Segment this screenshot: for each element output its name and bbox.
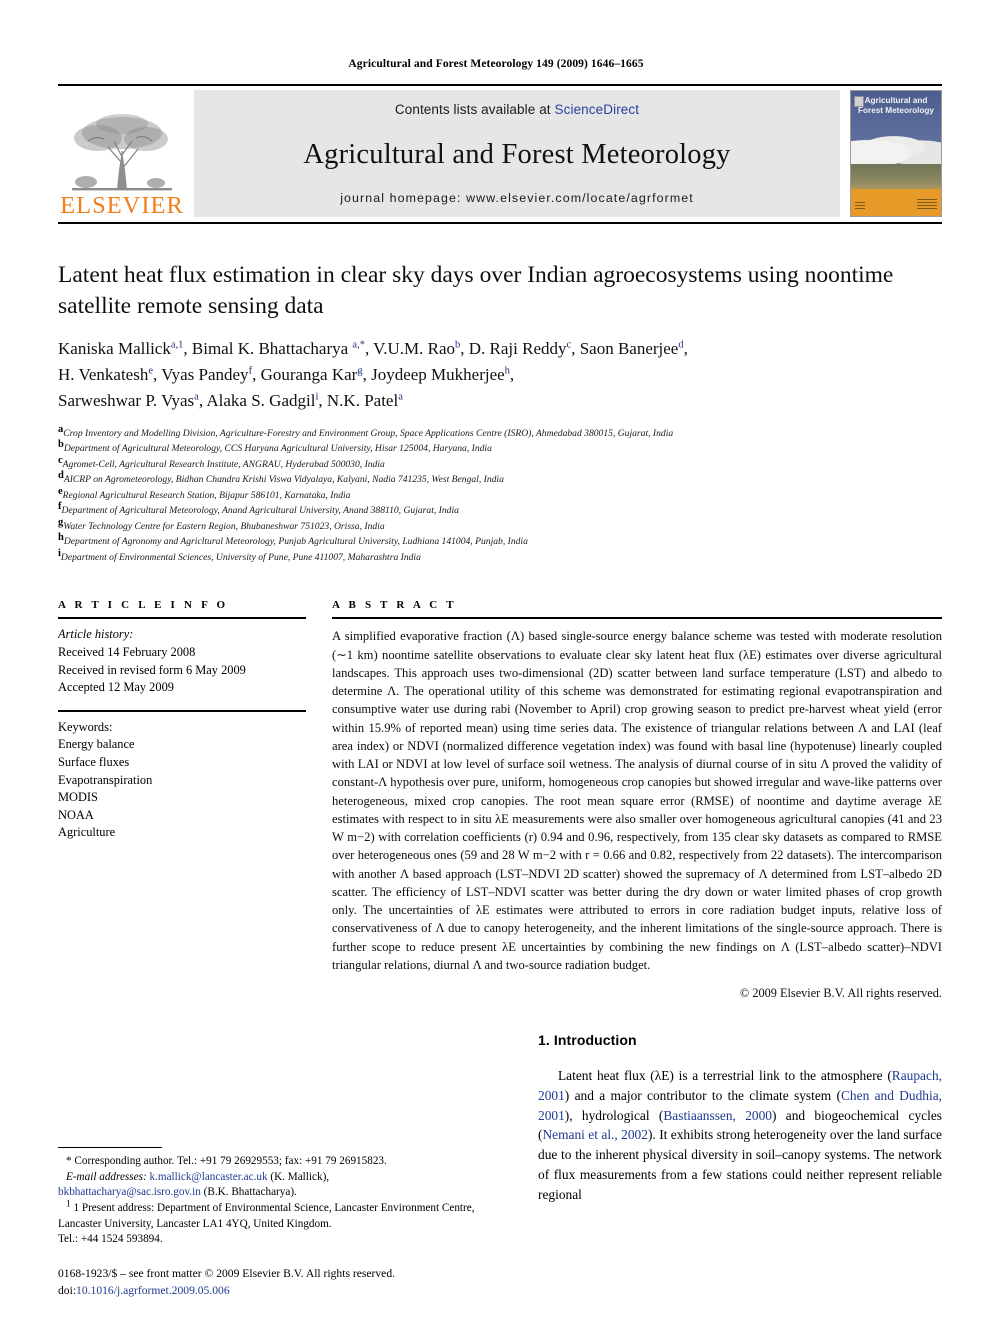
journal-title: Agricultural and Forest Meteorology bbox=[303, 139, 731, 170]
cover-left-bars bbox=[855, 201, 865, 211]
cover-field bbox=[851, 163, 941, 191]
keyword-item: Evapotranspiration bbox=[58, 772, 153, 787]
affiliation-text: Department of Environmental Sciences, Un… bbox=[60, 551, 421, 563]
email-owner-1: (K. Mallick), bbox=[267, 1170, 330, 1183]
present-tel-note: Tel.: +44 1524 593894. bbox=[58, 1233, 163, 1246]
intro-seg-0: Latent heat flux (λE) is a terrestrial l… bbox=[558, 1068, 892, 1083]
affiliation-text: Regional Agricultural Research Station, … bbox=[62, 489, 351, 501]
author-line-3: Sarweshwar P. Vyasa, Alaka S. Gadgili, N… bbox=[58, 390, 403, 410]
elsevier-logo: ELSEVIER bbox=[58, 86, 186, 222]
intro-seg-2: ) and a major contributor to the climate… bbox=[564, 1087, 841, 1103]
cover-clouds bbox=[851, 128, 941, 164]
footnote-block: * Corresponding author. Tel.: +91 79 269… bbox=[58, 1146, 498, 1248]
citation-nemani[interactable]: Nemani et al., 2002 bbox=[542, 1127, 647, 1142]
affiliation-item: bDepartment of Agricultural Meteorology,… bbox=[58, 438, 492, 455]
right-column-introduction: 1. Introduction Latent heat flux (λE) is… bbox=[538, 1020, 942, 1300]
affiliation-text: Agromet-Cell, Agricultural Research Inst… bbox=[62, 458, 385, 470]
keyword-item: Energy balance bbox=[58, 737, 135, 752]
doi-label: doi: bbox=[58, 1284, 77, 1298]
author-line-2: H. Venkateshe, Vyas Pandeyf, Gouranga Ka… bbox=[58, 364, 515, 384]
present-address-note: 1 1 Present address: Department of Envir… bbox=[58, 1199, 475, 1230]
body-columns: * Corresponding author. Tel.: +91 79 269… bbox=[58, 1020, 942, 1300]
introduction-paragraph: Latent heat flux (λE) is a terrestrial l… bbox=[538, 1066, 942, 1205]
keyword-item: MODIS bbox=[58, 790, 98, 805]
cover-badge-icon bbox=[854, 96, 864, 107]
elsevier-wordmark: ELSEVIER bbox=[60, 191, 184, 219]
footnote-text: * Corresponding author. Tel.: +91 79 269… bbox=[58, 1154, 498, 1248]
affiliation-item: hDepartment of Agronomy and Agricltural … bbox=[58, 532, 528, 548]
author-line-1: Kaniska Mallicka,1, Bimal K. Bhattachary… bbox=[58, 339, 688, 359]
article-history-item: Received 14 February 2008 bbox=[58, 644, 196, 659]
article-history-item: Accepted 12 May 2009 bbox=[58, 680, 174, 695]
keyword-item: Agriculture bbox=[58, 825, 116, 840]
contents-available-line: Contents lists available at ScienceDirec… bbox=[395, 102, 639, 117]
author-list: Kaniska Mallicka,1, Bimal K. Bhattachary… bbox=[58, 336, 942, 413]
affiliation-item: fDepartment of Agricultural Meteorology,… bbox=[58, 501, 459, 517]
affiliation-text: AICRP on Agrometeorology, Bidhan Chandra… bbox=[63, 474, 504, 486]
journal-masthead: ELSEVIER Contents lists available at Sci… bbox=[58, 84, 942, 224]
abstract-heading: A B S T R A C T bbox=[332, 599, 457, 612]
left-column-footnotes: * Corresponding author. Tel.: +91 79 269… bbox=[58, 1020, 498, 1300]
page-title: Latent heat flux estimation in clear sky… bbox=[58, 262, 894, 319]
email-label: E-mail addresses: bbox=[66, 1170, 147, 1183]
article-history-label: Article history: bbox=[58, 627, 134, 642]
keyword-item: NOAA bbox=[58, 807, 94, 822]
info-abstract-row: A R T I C L E I N F O Article history: R… bbox=[58, 599, 942, 1003]
affiliation-text: Water Technology Centre for Eastern Regi… bbox=[63, 520, 385, 532]
issn-copyright-line: 0168-1923/$ – see front matter © 2009 El… bbox=[58, 1267, 396, 1281]
doi-link[interactable]: 10.1016/j.agrformet.2009.05.006 bbox=[76, 1284, 230, 1297]
affiliation-item: gWater Technology Centre for Eastern Reg… bbox=[58, 516, 385, 532]
running-head: Agricultural and Forest Meteorology 149 … bbox=[348, 58, 644, 70]
abstract-body: A simplified evaporative fraction (Λ) ba… bbox=[332, 619, 942, 1003]
email-note-2: bkbhattacharya@sac.isro.gov.in (B.K. Bha… bbox=[58, 1185, 498, 1201]
affiliation-text: Department of Agricultural Meteorology, … bbox=[61, 505, 459, 517]
journal-cover-thumbnail: Agricultural and Forest Meteorology bbox=[850, 90, 942, 217]
article-info-column: A R T I C L E I N F O Article history: R… bbox=[58, 599, 306, 1003]
doi-line: doi:10.1016/j.agrformet.2009.05.006 bbox=[58, 1283, 528, 1300]
article-info-heading: A R T I C L E I N F O bbox=[58, 599, 229, 612]
article-history-item: Received in revised form 6 May 2009 bbox=[58, 662, 246, 677]
abstract-text: A simplified evaporative fraction (Λ) ba… bbox=[332, 629, 942, 972]
paper-page: Agricultural and Forest Meteorology 149 … bbox=[0, 0, 992, 1323]
introduction-heading: 1. Introduction bbox=[538, 1032, 637, 1048]
abstract-copyright: © 2009 Elsevier B.V. All rights reserved… bbox=[739, 986, 942, 1001]
affiliation-text: Department of Agricultural Meteorology, … bbox=[63, 443, 492, 455]
affiliation-text: Department of Agronomy and Agricltural M… bbox=[63, 536, 528, 548]
keywords-block: Keywords: Energy balance Surface fluxes … bbox=[58, 712, 306, 842]
title-block: Latent heat flux estimation in clear sky… bbox=[58, 260, 942, 565]
sciencedirect-banner: Contents lists available at ScienceDirec… bbox=[194, 90, 840, 217]
cover-title-text: Agricultural and Forest Meteorology bbox=[858, 96, 934, 115]
elsevier-tree-icon bbox=[72, 113, 172, 190]
present-address-text: 1 Present address: Department of Environ… bbox=[58, 1201, 475, 1230]
affiliation-item: aCrop Inventory and Modelling Division, … bbox=[58, 423, 674, 439]
cover-right-bars bbox=[917, 198, 937, 211]
affiliation-list: aCrop Inventory and Modelling Division, … bbox=[58, 423, 942, 566]
email-link-1[interactable]: k.mallick@lancaster.ac.uk bbox=[149, 1171, 267, 1183]
issn-footer: 0168-1923/$ – see front matter © 2009 El… bbox=[58, 1266, 528, 1300]
affiliation-item: cAgromet-Cell, Agricultural Research Ins… bbox=[58, 454, 385, 470]
keywords-label: Keywords: bbox=[58, 719, 113, 734]
intro-seg-4: ), hydrological ( bbox=[564, 1107, 664, 1123]
citation-bastiaanssen[interactable]: Bastiaanssen, 2000 bbox=[663, 1108, 772, 1123]
corresponding-author-note: * Corresponding author. Tel.: +91 79 269… bbox=[66, 1154, 387, 1167]
contents-available-text: Contents lists available at bbox=[394, 102, 555, 117]
affiliation-item: dAICRP on Agrometeorology, Bidhan Chandr… bbox=[58, 469, 504, 486]
affiliation-item: iDepartment of Environmental Sciences, U… bbox=[58, 547, 421, 563]
affiliation-item: eRegional Agricultural Research Station,… bbox=[58, 485, 351, 501]
abstract-column: A B S T R A C T A simplified evaporative… bbox=[332, 599, 942, 1003]
keyword-item: Surface fluxes bbox=[58, 755, 130, 770]
article-history: Article history: Received 14 February 20… bbox=[58, 619, 306, 696]
footnote-rule bbox=[58, 1146, 162, 1148]
journal-homepage-link[interactable]: journal homepage: www.elsevier.com/locat… bbox=[340, 191, 694, 205]
sciencedirect-link[interactable]: ScienceDirect bbox=[555, 102, 640, 117]
email-note: E-mail addresses: k.mallick@lancaster.ac… bbox=[58, 1170, 498, 1186]
email-link-2[interactable]: bkbhattacharya@sac.isro.gov.in bbox=[58, 1186, 201, 1198]
affiliation-text: Crop Inventory and Modelling Division, A… bbox=[63, 427, 674, 439]
email-owner-2: (B.K. Bhattacharya). bbox=[200, 1186, 297, 1199]
